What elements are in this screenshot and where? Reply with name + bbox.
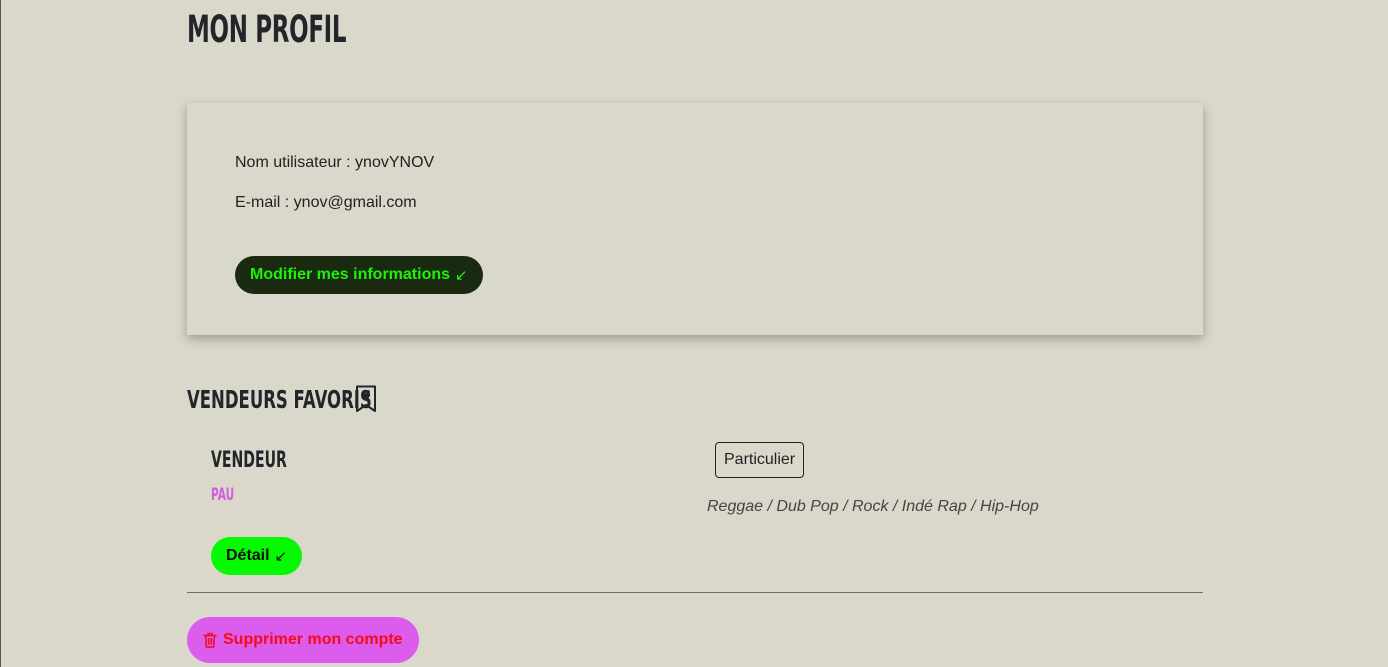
favorites-heading: VENDEURS FAVORIS — [187, 381, 467, 417]
seller-detail-label: Détail — [226, 547, 270, 564]
bookmark-heart-icon — [356, 385, 376, 412]
edit-info-label: Modifier mes informations — [250, 266, 451, 283]
seller-detail-button[interactable]: Détail ↙ — [211, 537, 303, 575]
username-line: Nom utilisateur : ynovYNOV — [235, 154, 435, 171]
profile-info-card: Nom utilisateur : ynovYNOV E-mail : ynov… — [187, 103, 1203, 335]
page-title: MON PROFIL — [187, 8, 347, 51]
trash-icon — [203, 632, 217, 648]
section-divider — [187, 592, 1203, 593]
seller-genres: Reggae / Dub Pop / Rock / Indé Rap / Hip… — [707, 498, 1039, 515]
arrow-down-left-icon: ↙ — [455, 267, 468, 284]
delete-account-label: Supprimer mon compte — [223, 631, 403, 648]
arrow-down-left-icon: ↙ — [274, 548, 288, 565]
seller-type-badge: Particulier — [715, 442, 805, 478]
seller-city: PAU — [211, 485, 235, 505]
edit-info-button[interactable]: Modifier mes informations ↙ — [235, 256, 483, 294]
delete-account-button[interactable]: Supprimer mon compte — [187, 617, 419, 663]
seller-label: VENDEUR — [211, 448, 287, 473]
favorites-title: VENDEURS FAVORIS — [187, 384, 372, 414]
email-line: E-mail : ynov@gmail.com — [235, 194, 417, 211]
